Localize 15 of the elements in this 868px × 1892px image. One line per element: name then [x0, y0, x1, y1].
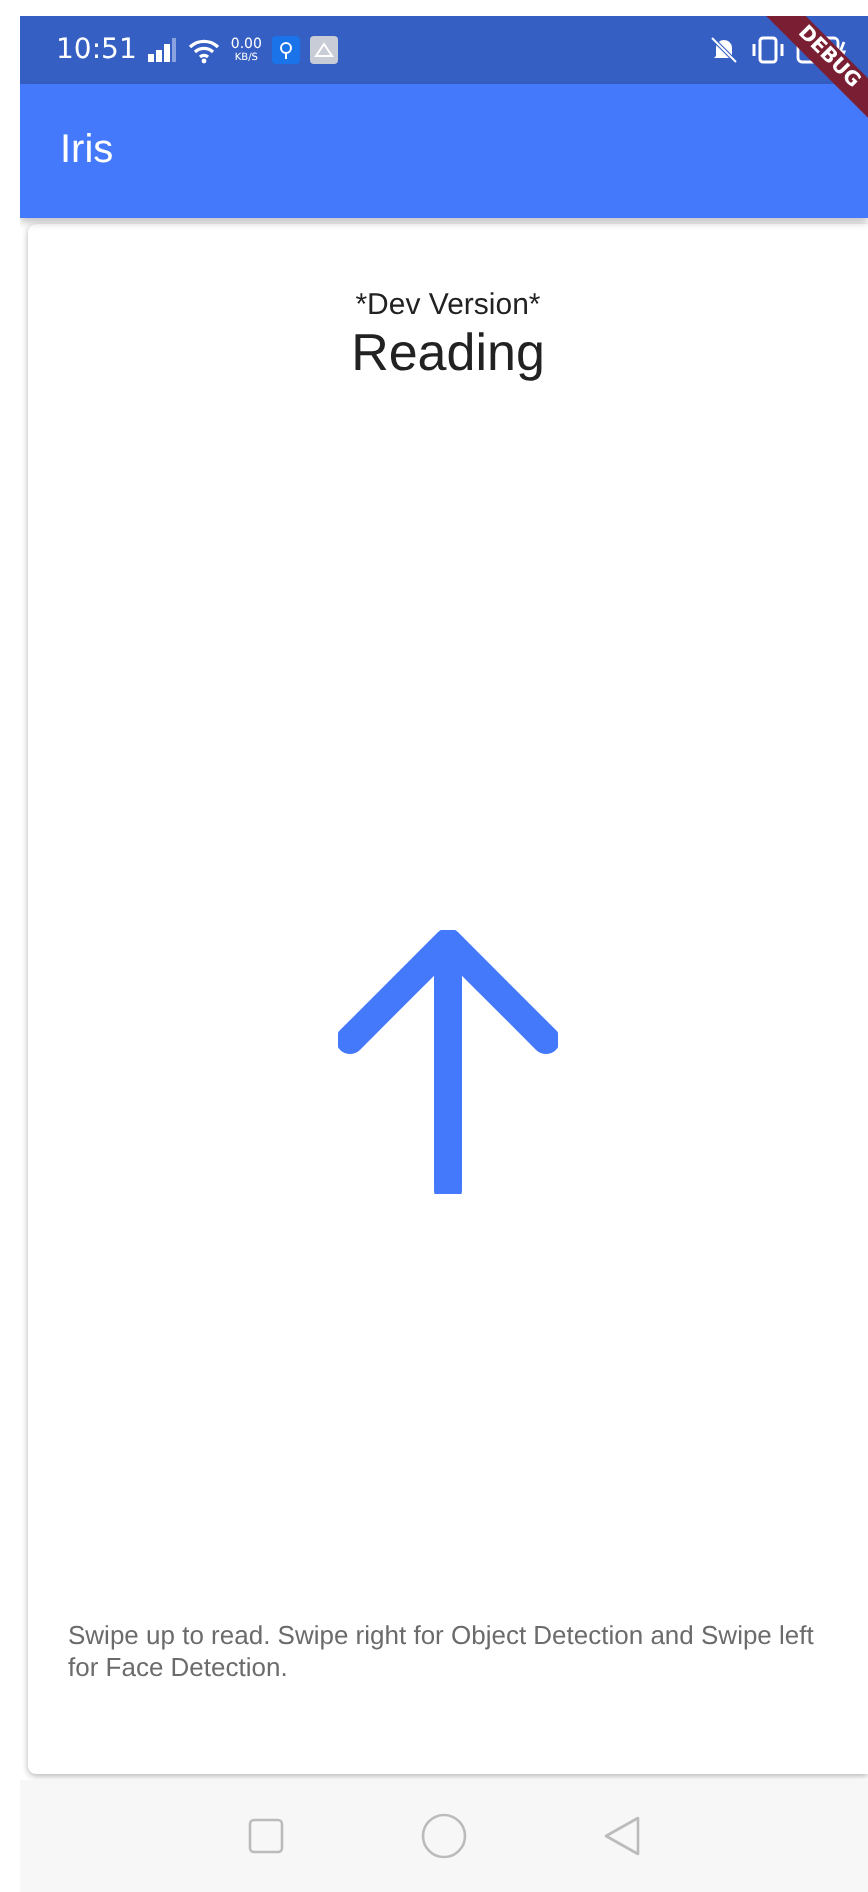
image-notification-icon [309, 36, 338, 64]
back-button[interactable] [601, 1814, 642, 1858]
bell-muted-icon [708, 36, 740, 64]
app-title: Iris [60, 128, 114, 174]
status-time: 10:51 [56, 34, 137, 66]
vibrate-icon [750, 36, 786, 64]
signal-icon [146, 38, 179, 62]
wifi-icon [188, 37, 221, 63]
instructions-text: Swipe up to read. Swipe right for Object Detection and Swipe left for Face Detection. [68, 1620, 816, 1684]
home-button[interactable] [419, 1812, 468, 1860]
app-notification-icon [271, 36, 300, 64]
version-label: *Dev Version* [355, 288, 541, 322]
mode-title: Reading [351, 322, 545, 382]
arrow-up-icon [338, 929, 558, 1193]
recents-button[interactable] [246, 1816, 287, 1856]
